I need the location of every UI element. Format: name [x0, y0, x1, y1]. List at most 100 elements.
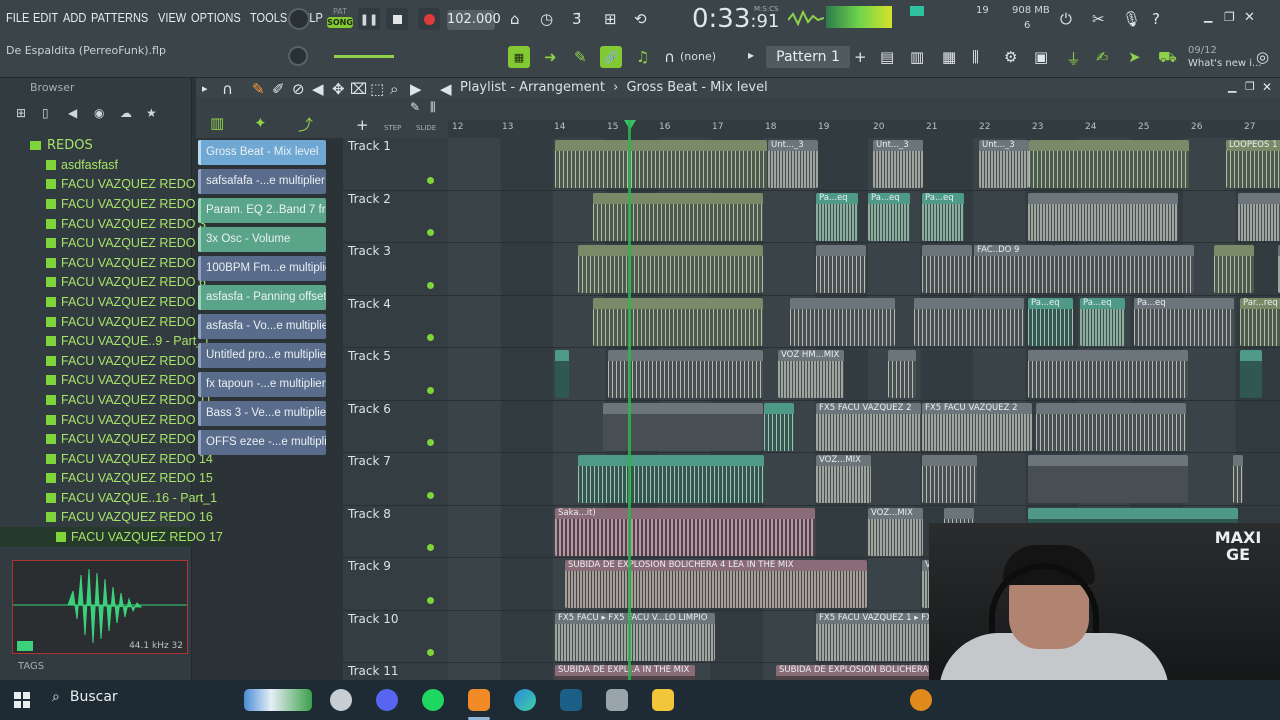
browser-item-selected[interactable]: FACU VAZQUEZ REDO 17 [0, 527, 223, 547]
browser-item[interactable]: FACU VAZQUEZ REDO 1 [0, 175, 206, 195]
song-pattern-toggle[interactable]: PAT SONG [327, 6, 353, 32]
plug-icon[interactable]: ⏚ [1066, 48, 1081, 69]
track-lane[interactable]: Unt..._3 Unt..._3 Unt..._3 LOOPEOS 1 [448, 138, 1280, 190]
track-row[interactable]: FX5 FACU VAZQUEZ 2 FX5 FACU VAZQUEZ 2 Trac… [343, 400, 1280, 453]
track-mute-led[interactable] [427, 281, 434, 289]
track-mute-led[interactable] [427, 596, 434, 604]
automation-clip[interactable]: Param. EQ 2..Band 7 freq [198, 198, 326, 223]
automation-clip[interactable]: Untitled pro...e multiplier [198, 343, 326, 368]
track-lane[interactable]: VOZ HM...MIX [448, 348, 1280, 400]
start-button[interactable] [14, 692, 30, 708]
track-row[interactable]: Pa...eq Pa...eq Pa...eq Par...req Track 4 [343, 295, 1280, 348]
browser-item[interactable]: FACU VAZQUE..9 - Part_1 [0, 331, 210, 351]
audio-clip[interactable] [1233, 455, 1243, 503]
audio-clip[interactable]: Saka...it) [555, 507, 815, 556]
browser-item[interactable]: FACU VAZQUEZ REDO 7 [0, 292, 206, 312]
playlist-snap-button[interactable]: ▦ [508, 46, 530, 68]
track-name[interactable]: Track 3 [348, 244, 391, 258]
audio-clip[interactable]: VOZ...MIX [816, 455, 871, 503]
send-icon[interactable]: ➤ [1128, 48, 1141, 66]
maximize-icon[interactable]: ❐ [1224, 10, 1235, 24]
playlist-snap-icon[interactable]: ⫼ [430, 100, 436, 115]
draw-tool-icon[interactable]: ✎ [252, 80, 265, 98]
close-icon[interactable]: ✕ [1244, 10, 1255, 25]
brush-icon[interactable]: ✍ [1096, 48, 1109, 66]
magnet-icon[interactable]: ∩ [664, 48, 675, 66]
track-lane[interactable]: FAC..DO 9 [448, 243, 1280, 295]
project-icon[interactable]: ▣ [1034, 48, 1048, 66]
tray-app-icon[interactable] [910, 689, 932, 711]
audio-clip[interactable] [578, 245, 763, 293]
audio-clip[interactable]: Pa...eq [922, 192, 964, 241]
audio-clip[interactable]: LOOPEOS 1 [1226, 140, 1280, 188]
pitch-knob[interactable] [288, 46, 308, 66]
browser-item[interactable]: FACU VAZQUEZ REDO 15 [0, 469, 213, 489]
audio-clip[interactable]: VOZ HM...MIX [778, 350, 844, 398]
browser-item[interactable]: FACU VAZQUEZ REDO 13 [0, 429, 213, 449]
tempo-display[interactable]: 102.000 [447, 10, 501, 30]
playlist-icon[interactable]: ▤ [880, 48, 894, 66]
zoom-tool-icon[interactable]: ⌕ [390, 80, 398, 98]
track-name[interactable]: Track 6 [348, 402, 391, 416]
track-name[interactable]: Track 7 [348, 454, 391, 468]
menu-add[interactable]: ADD [63, 10, 86, 25]
mic-icon[interactable]: 🎙 [1122, 10, 1141, 28]
browser-item[interactable]: asdfasfasf [0, 155, 192, 175]
playlist-maximize-icon[interactable]: ❐ [1245, 80, 1255, 93]
browser-item[interactable]: FACU VAZQUEZ REDO 6 [0, 273, 206, 293]
track-mute-led[interactable] [427, 439, 434, 446]
track-row[interactable]: VOZ...MIX Track 7 [343, 453, 1280, 506]
step-label[interactable]: STEP [384, 124, 401, 132]
audio-clip[interactable]: SUBIDA DE EXPLOSION BOLICHERA 4 LEA IN T… [565, 560, 867, 608]
browser-speaker-icon[interactable]: ◀ [68, 106, 84, 122]
audio-clip[interactable]: Pa...eq [816, 192, 858, 241]
audio-clip[interactable] [1054, 245, 1194, 293]
audio-clip[interactable] [555, 140, 767, 188]
audio-clip[interactable] [1240, 350, 1262, 398]
track-mute-led[interactable] [427, 544, 434, 551]
play-button[interactable]: ❚❚ [358, 8, 380, 30]
audio-clip[interactable] [1028, 192, 1178, 241]
automation-clip[interactable]: 3x Osc - Volume [198, 227, 326, 252]
browser-item[interactable]: FACU VAZQUEZ REDO 9 [0, 351, 206, 371]
audio-clip[interactable] [603, 402, 763, 451]
track-row[interactable]: FAC..DO 9 Track 3 [343, 243, 1280, 296]
audio-clip[interactable] [593, 192, 763, 241]
bell-icon[interactable]: ♫ [636, 48, 649, 66]
browser-item[interactable]: FACU VAZQUEZ REDO 11 [0, 390, 212, 410]
tools-icon[interactable]: ✂ [1092, 10, 1105, 28]
menu-tools[interactable]: TOOLS [250, 10, 287, 25]
master-volume-knob[interactable] [288, 8, 310, 30]
track-mute-led[interactable] [427, 491, 434, 499]
add-track-icon[interactable]: + [356, 116, 369, 134]
fl-studio-icon[interactable] [468, 689, 490, 711]
playlist-arrow-icon[interactable]: ◀ [440, 80, 452, 98]
reset-icon[interactable]: ⏻ [1060, 10, 1072, 28]
automation-clip[interactable]: 100BPM Fm...e multiplier [198, 256, 326, 281]
pattern-prev-icon[interactable]: ▸ [748, 48, 754, 62]
track-name[interactable]: Track 9 [348, 559, 391, 573]
tool-icon[interactable] [606, 689, 628, 711]
browser-tree-icon[interactable]: ⊞ [16, 106, 32, 122]
audio-clip[interactable]: Pa...eq [868, 192, 910, 241]
audio-clip[interactable] [922, 455, 977, 503]
browser-globe-icon[interactable]: ◉ [94, 106, 110, 122]
automation-clip[interactable]: OFFS ezee -...e multiplier [198, 430, 326, 455]
automation-clip[interactable]: fx tapoun -...e multiplier [198, 372, 326, 397]
browser-item[interactable]: FACU VAZQUEZ REDO 8 [0, 312, 206, 332]
audio-clip[interactable] [1028, 350, 1188, 398]
paint-tool-icon[interactable]: ✐ [272, 80, 285, 98]
app-icon[interactable] [560, 689, 582, 711]
obs-icon[interactable] [330, 689, 352, 711]
help-icon[interactable]: ? [1152, 10, 1160, 28]
audio-clip[interactable] [914, 297, 1024, 346]
playhead[interactable] [628, 120, 631, 680]
preview-play-icon[interactable] [17, 641, 33, 651]
browser-item[interactable]: FACU VAZQUEZ REDO 5 [0, 253, 206, 273]
select-tool-icon[interactable]: ⬚ [370, 80, 384, 98]
automation-clip[interactable]: Bass 3 - Ve...e multiplier [198, 401, 326, 426]
slice-tool-icon[interactable]: ⌧ [350, 80, 367, 98]
piano-roll-icon[interactable]: ▥ [910, 48, 924, 66]
slide-label[interactable]: SLIDE [416, 124, 436, 132]
add-pattern-icon[interactable]: + [854, 48, 867, 66]
